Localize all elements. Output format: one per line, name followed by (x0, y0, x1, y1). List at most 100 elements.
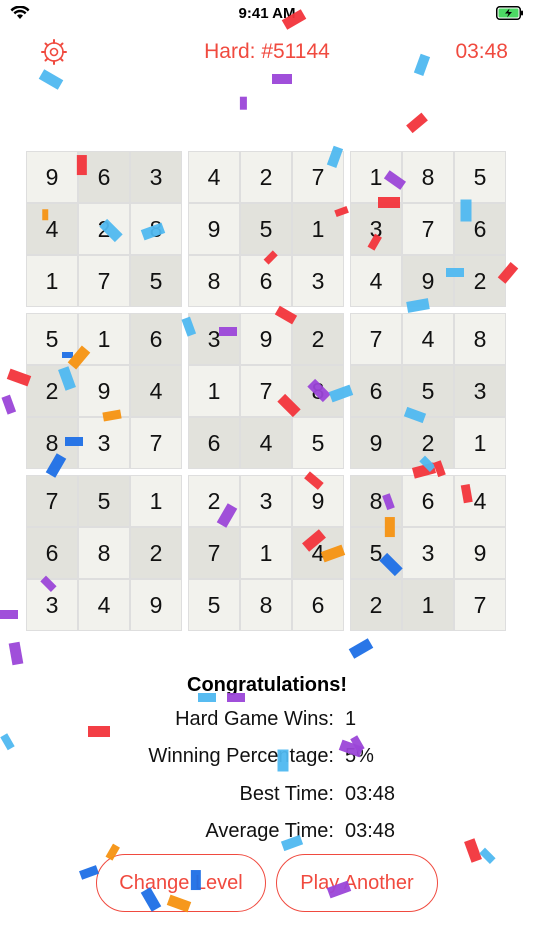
sudoku-cell[interactable]: 7 (402, 203, 454, 255)
sudoku-cell[interactable]: 5 (402, 365, 454, 417)
status-bar: 9:41 AM (0, 0, 534, 28)
sudoku-cell[interactable]: 7 (350, 313, 402, 365)
sudoku-cell[interactable]: 7 (130, 417, 182, 469)
sudoku-cell[interactable]: 9 (78, 365, 130, 417)
sudoku-cell[interactable]: 1 (292, 203, 344, 255)
sudoku-cell[interactable]: 5 (188, 579, 240, 631)
sudoku-cell[interactable]: 2 (240, 151, 292, 203)
sudoku-cell[interactable]: 6 (350, 365, 402, 417)
sudoku-cell[interactable]: 7 (188, 527, 240, 579)
sudoku-cell[interactable]: 7 (26, 475, 78, 527)
sudoku-cell[interactable]: 5 (240, 203, 292, 255)
status-time: 9:41 AM (238, 5, 296, 22)
sudoku-cell[interactable]: 4 (26, 203, 78, 255)
game-timer: 03:48 (455, 40, 508, 63)
change-level-button[interactable]: Change Level (96, 854, 266, 912)
sudoku-cell[interactable]: 4 (188, 151, 240, 203)
sudoku-cell[interactable]: 3 (240, 475, 292, 527)
sudoku-cell[interactable]: 9 (130, 579, 182, 631)
sudoku-cell[interactable]: 2 (130, 527, 182, 579)
sudoku-cell[interactable]: 4 (454, 475, 506, 527)
sudoku-cell[interactable]: 1 (454, 417, 506, 469)
sudoku-cell[interactable]: 6 (188, 417, 240, 469)
sudoku-cell[interactable]: 3 (26, 579, 78, 631)
sudoku-cell[interactable]: 7 (454, 579, 506, 631)
sudoku-cell[interactable]: 5 (130, 255, 182, 307)
sudoku-cell[interactable]: 4 (402, 313, 454, 365)
sudoku-box: 239714586 (188, 475, 344, 631)
sudoku-cell[interactable]: 4 (130, 365, 182, 417)
sudoku-box: 427951863 (188, 151, 344, 307)
sudoku-cell[interactable]: 6 (454, 203, 506, 255)
sudoku-cell[interactable]: 1 (26, 255, 78, 307)
sudoku-cell[interactable]: 8 (188, 255, 240, 307)
play-another-button[interactable]: Play Another (276, 854, 438, 912)
sudoku-cell[interactable]: 5 (454, 151, 506, 203)
sudoku-grid: 9634281754279518631853764925162948373921… (26, 151, 506, 631)
stat-value: 1 (345, 708, 357, 730)
game-screen: 9:41 AM Hard: #51144 03:48 9634281754279… (0, 0, 534, 950)
sudoku-cell[interactable]: 8 (350, 475, 402, 527)
sudoku-cell[interactable]: 8 (402, 151, 454, 203)
sudoku-cell[interactable]: 3 (292, 255, 344, 307)
sudoku-cell[interactable]: 1 (402, 579, 454, 631)
sudoku-cell[interactable]: 6 (78, 151, 130, 203)
sudoku-cell[interactable]: 2 (78, 203, 130, 255)
sudoku-cell[interactable]: 4 (78, 579, 130, 631)
sudoku-cell[interactable]: 2 (26, 365, 78, 417)
sudoku-cell[interactable]: 3 (130, 151, 182, 203)
sudoku-box: 748653921 (350, 313, 506, 469)
sudoku-cell[interactable]: 6 (292, 579, 344, 631)
sudoku-cell[interactable]: 8 (454, 313, 506, 365)
confetti-piece (348, 638, 374, 659)
sudoku-cell[interactable]: 3 (350, 203, 402, 255)
sudoku-cell[interactable]: 2 (188, 475, 240, 527)
sudoku-cell[interactable]: 3 (78, 417, 130, 469)
sudoku-cell[interactable]: 6 (26, 527, 78, 579)
sudoku-cell[interactable]: 1 (350, 151, 402, 203)
sudoku-cell[interactable]: 9 (350, 417, 402, 469)
sudoku-cell[interactable]: 5 (26, 313, 78, 365)
sudoku-cell[interactable]: 4 (350, 255, 402, 307)
sudoku-cell[interactable]: 7 (292, 151, 344, 203)
sudoku-cell[interactable]: 3 (454, 365, 506, 417)
sudoku-cell[interactable]: 8 (26, 417, 78, 469)
sudoku-cell[interactable]: 9 (240, 313, 292, 365)
sudoku-cell[interactable]: 2 (454, 255, 506, 307)
sudoku-cell[interactable]: 8 (240, 579, 292, 631)
sudoku-cell[interactable]: 4 (240, 417, 292, 469)
sudoku-cell[interactable]: 6 (402, 475, 454, 527)
sudoku-cell[interactable]: 4 (292, 527, 344, 579)
sudoku-cell[interactable]: 8 (78, 527, 130, 579)
sudoku-cell[interactable]: 2 (350, 579, 402, 631)
confetti-piece (38, 69, 64, 90)
stat-average-time: Average Time: 03:48 (0, 820, 534, 846)
sudoku-cell[interactable]: 1 (240, 527, 292, 579)
stat-label: Average Time: (205, 820, 334, 842)
sudoku-cell[interactable]: 6 (240, 255, 292, 307)
sudoku-cell[interactable]: 9 (26, 151, 78, 203)
sudoku-cell[interactable]: 2 (402, 417, 454, 469)
sudoku-cell[interactable]: 8 (130, 203, 182, 255)
sudoku-cell[interactable]: 6 (130, 313, 182, 365)
congratulations-heading: Congratulations! (187, 674, 347, 696)
stat-label: Best Time: (239, 783, 334, 805)
sudoku-cell[interactable]: 9 (292, 475, 344, 527)
sudoku-cell[interactable]: 1 (78, 313, 130, 365)
sudoku-cell[interactable]: 9 (188, 203, 240, 255)
sudoku-cell[interactable]: 3 (188, 313, 240, 365)
sudoku-cell[interactable]: 5 (350, 527, 402, 579)
sudoku-cell[interactable]: 5 (292, 417, 344, 469)
sudoku-cell[interactable]: 8 (292, 365, 344, 417)
sudoku-cell[interactable]: 3 (402, 527, 454, 579)
sudoku-cell[interactable]: 9 (454, 527, 506, 579)
sudoku-cell[interactable]: 2 (292, 313, 344, 365)
sudoku-cell[interactable]: 9 (402, 255, 454, 307)
sudoku-cell[interactable]: 7 (240, 365, 292, 417)
sudoku-cell[interactable]: 1 (130, 475, 182, 527)
sudoku-cell[interactable]: 5 (78, 475, 130, 527)
sudoku-cell[interactable]: 1 (188, 365, 240, 417)
stat-label: Winning Percentage: (148, 745, 334, 767)
sudoku-cell[interactable]: 7 (78, 255, 130, 307)
confetti-piece (0, 610, 18, 619)
